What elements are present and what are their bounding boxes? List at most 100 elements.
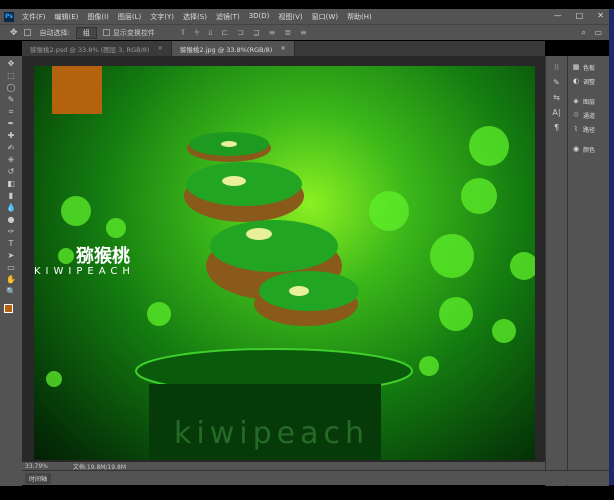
- history-icon[interactable]: ⁝⁝: [546, 60, 567, 75]
- auto-select-dropdown[interactable]: 组: [75, 26, 97, 39]
- eyedropper-icon[interactable]: ✒: [4, 118, 18, 130]
- panel-0[interactable]: ▦ 色板: [568, 60, 609, 74]
- move-tool-icon: ✥: [10, 27, 18, 38]
- character-icon[interactable]: A|: [546, 105, 567, 120]
- window-controls: — □ ✕: [554, 11, 604, 20]
- panel-5[interactable]: ◉ 颜色: [568, 142, 609, 156]
- window-edge: [609, 9, 614, 485]
- crop-icon[interactable]: ⌗: [4, 106, 18, 118]
- menu-item[interactable]: 滤镜(T): [216, 12, 240, 22]
- tab-document-jpg[interactable]: 猕猴桃2.jpg @ 33.8%(RGB/8) ×: [171, 41, 295, 56]
- menu-item[interactable]: 编辑(E): [55, 12, 79, 22]
- auto-select-label: 自动选择:: [39, 28, 70, 37]
- tab-timeline[interactable]: 时间轴: [25, 473, 52, 484]
- path-select-icon[interactable]: ➤: [4, 250, 18, 262]
- panel-3[interactable]: ♲ 通道: [568, 108, 609, 122]
- auto-select-checkbox[interactable]: [23, 29, 31, 36]
- align-bottom-icon[interactable]: ⫫: [208, 28, 213, 38]
- lasso-icon[interactable]: ◯: [4, 82, 18, 94]
- zoom-icon[interactable]: 🔍: [4, 286, 18, 298]
- search-icon[interactable]: ⌕: [582, 28, 586, 38]
- menu-item[interactable]: 图像(I): [87, 12, 109, 22]
- timeline-panel: 时间轴: [22, 470, 609, 485]
- align-top-icon[interactable]: ⫪: [181, 28, 186, 38]
- panel-label: 图层: [583, 98, 596, 106]
- quick-select-icon[interactable]: ✎: [4, 94, 18, 106]
- dodge-icon[interactable]: ●: [4, 214, 18, 226]
- paragraph-icon[interactable]: ¶: [546, 120, 567, 135]
- status-bar: 33.79% 文档:19.8M/19.8M: [22, 462, 545, 471]
- zoom-level[interactable]: 33.79%: [25, 463, 48, 470]
- align-right-icon[interactable]: ⊒: [253, 28, 260, 38]
- stamp-icon[interactable]: ⎈: [4, 154, 18, 166]
- menu-item[interactable]: 图层(L): [118, 12, 141, 22]
- tab-close-icon[interactable]: ×: [280, 44, 285, 53]
- menu-item[interactable]: 视图(V): [278, 12, 302, 22]
- align-vcenter-icon[interactable]: ⫩: [194, 28, 199, 38]
- pen-icon[interactable]: ✑: [4, 226, 18, 238]
- menu-item[interactable]: 选择(S): [183, 12, 207, 22]
- panel-icon: ▦: [572, 63, 580, 71]
- marquee-icon[interactable]: ⬚: [4, 70, 18, 82]
- align-hcenter-icon[interactable]: ⊐: [237, 28, 244, 38]
- distribute-icon[interactable]: ≡: [269, 28, 276, 38]
- healing-icon[interactable]: ✚: [4, 130, 18, 142]
- distribute-icon[interactable]: ≡: [300, 28, 307, 38]
- panel-label: 路径: [583, 126, 596, 134]
- panel-label: 通道: [583, 112, 596, 120]
- brush-icon[interactable]: ✍: [4, 142, 18, 154]
- artwork-subtitle: KIWIPEACH: [34, 266, 135, 277]
- shape-icon[interactable]: ▭: [4, 262, 18, 274]
- menu-item[interactable]: 文件(F): [22, 12, 46, 22]
- move-icon[interactable]: ✥: [4, 58, 18, 70]
- panel-1[interactable]: ◐ 调整: [568, 74, 609, 88]
- tab-close-icon[interactable]: ×: [157, 44, 162, 53]
- canvas[interactable]: 猕猴桃 KIWIPEACH kiwipeach: [34, 66, 535, 460]
- align-left-icon[interactable]: ⊏: [222, 28, 229, 38]
- gradient-icon[interactable]: ▮: [4, 190, 18, 202]
- pedestal-text: kiwipeach: [174, 416, 369, 451]
- tab-label: 猕猴桃2.psd @ 33.8% (图层 3, RGB/8): [30, 46, 150, 54]
- minimize-button[interactable]: —: [554, 11, 562, 20]
- kiwi-slices: [184, 132, 359, 326]
- show-transform-checkbox[interactable]: [102, 29, 110, 36]
- panel-label: 颜色: [583, 146, 596, 154]
- panel-icon-strip: ⁝⁝ ✎ ⇆ A| ¶: [545, 56, 567, 486]
- panel-label: 色板: [583, 64, 596, 72]
- document-tabs: 猕猴桃2.psd @ 33.8% (图层 3, RGB/8) × 猕猴桃2.jpg…: [22, 41, 545, 56]
- panel-4[interactable]: ⌇ 路径: [568, 122, 609, 136]
- panel-icon: ♲: [572, 111, 580, 119]
- tab-document-psd[interactable]: 猕猴桃2.psd @ 33.8% (图层 3, RGB/8) ×: [22, 41, 172, 56]
- panel-2[interactable]: ◈ 图层: [568, 94, 609, 108]
- hand-icon[interactable]: ✋: [4, 274, 18, 286]
- maximize-button[interactable]: □: [576, 11, 584, 20]
- tools-panel: ✥ ⬚ ◯ ✎ ⌗ ✒ ✚ ✍ ⎈ ↺ ◧ ▮ 💧 ● ✑ T ➤ ▭ ✋ 🔍: [0, 56, 22, 486]
- close-button[interactable]: ✕: [597, 11, 604, 20]
- orange-swatch: [52, 66, 102, 114]
- align-buttons: ⫪ ⫩ ⫫ ⊏ ⊐ ⊒ ≡ ≣ ≡: [181, 28, 307, 38]
- menu-item[interactable]: 窗口(W): [312, 12, 338, 22]
- menu-item[interactable]: 文字(Y): [150, 12, 174, 22]
- options-bar: ✥ 自动选择: 组 显示变换控件 ⫪ ⫩ ⫫ ⊏ ⊐ ⊒ ≡ ≣ ≡ ⌕ ▭: [0, 24, 614, 40]
- history-brush-icon[interactable]: ↺: [4, 166, 18, 178]
- panel-label: 调整: [583, 78, 596, 86]
- distribute-icon[interactable]: ≣: [284, 28, 291, 38]
- type-icon[interactable]: T: [4, 238, 18, 250]
- panels-dock: ▦ 色板 ◐ 调整 ◈ 图层 ♲ 通道 ⌇ 路径 ◉ 颜色: [567, 56, 609, 486]
- panel-icon: ⌇: [574, 125, 578, 133]
- eraser-icon[interactable]: ◧: [4, 178, 18, 190]
- blur-icon[interactable]: 💧: [4, 202, 18, 214]
- tab-label: 猕猴桃2.jpg @ 33.8%(RGB/8): [179, 46, 273, 54]
- brush-settings-icon[interactable]: ✎: [546, 75, 567, 90]
- workspace-icon[interactable]: ▭: [594, 28, 602, 37]
- menu-item[interactable]: 帮助(H): [347, 12, 372, 22]
- menu-item[interactable]: 3D(D): [249, 12, 270, 22]
- show-transform-label: 显示变换控件: [112, 28, 155, 37]
- photoshop-logo: Ps: [4, 11, 14, 22]
- properties-icon[interactable]: ⇆: [546, 90, 567, 105]
- panel-icon: ◐: [572, 77, 580, 85]
- panel-icon: ◈: [573, 97, 579, 105]
- foreground-color-swatch[interactable]: [4, 304, 13, 313]
- menu-bar: Ps 文件(F) 编辑(E) 图像(I) 图层(L) 文字(Y) 选择(S) 滤镜(T) 3D…: [0, 9, 614, 24]
- panel-icon: ◉: [572, 145, 580, 153]
